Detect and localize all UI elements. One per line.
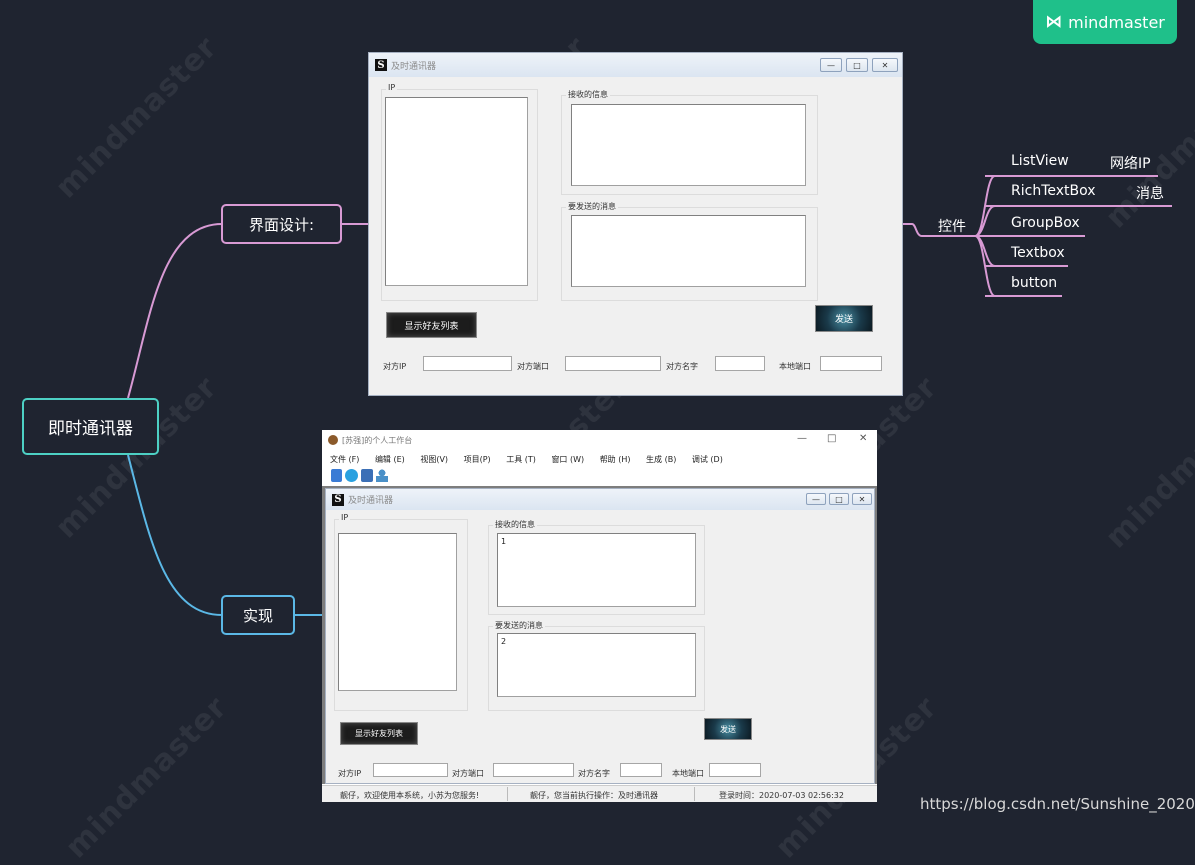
impl-title: 及时通讯器	[348, 496, 394, 506]
impl-show-friends-button[interactable]: 显示好友列表	[340, 722, 418, 745]
note-message[interactable]: 消息	[1136, 183, 1164, 203]
recv-groupbox: 接收的信息	[561, 89, 818, 195]
close-button[interactable]: ✕	[872, 58, 898, 72]
menu-build[interactable]: 生成 (B)	[646, 455, 676, 464]
impl-ip-groupbox: IP	[334, 513, 468, 711]
peer-port-input[interactable]	[565, 356, 661, 371]
recv-richtextbox[interactable]	[571, 104, 806, 186]
peer-ip-input[interactable]	[423, 356, 512, 371]
impl-ip-listview[interactable]	[338, 533, 457, 691]
menu-help[interactable]: 帮助 (H)	[600, 455, 631, 464]
control-button[interactable]: button	[1011, 275, 1057, 291]
local-port-input[interactable]	[820, 356, 882, 371]
impl-peer-name-input[interactable]	[620, 763, 662, 777]
toolbar-book-icon[interactable]	[331, 469, 342, 482]
ide-titlebar: [苏强]的个人工作台	[322, 430, 877, 450]
controls-label[interactable]: 控件	[938, 216, 966, 236]
app-icon: S	[332, 493, 344, 506]
edge-root-design	[127, 223, 223, 399]
avatar-icon	[328, 435, 338, 445]
impl-peer-name-label: 对方名字	[578, 769, 610, 778]
design-node[interactable]: 界面设计:	[221, 204, 342, 244]
impl-peer-port-label: 对方端口	[452, 769, 484, 778]
control-groupbox[interactable]: GroupBox	[1011, 215, 1080, 231]
peer-name-label: 对方名字	[666, 362, 698, 371]
design-window: S 及时通讯器 — □ ✕ IP 接收的信息 要发送的消息 显示好友列表 发送 …	[368, 52, 903, 396]
menu-debug[interactable]: 调试 (D)	[692, 455, 723, 464]
impl-recv-group-label: 接收的信息	[493, 519, 537, 530]
peer-ip-label: 对方IP	[383, 362, 407, 371]
toolbar-globe-icon[interactable]	[345, 469, 358, 482]
app-icon: S	[375, 59, 387, 71]
impl-close-button[interactable]: ✕	[852, 493, 872, 505]
recv-group-label: 接收的信息	[566, 89, 610, 100]
ide-toolbar	[331, 469, 388, 482]
impl-send-richtextbox[interactable]: 2	[497, 633, 696, 697]
ide-maximize-button[interactable]: □	[827, 433, 836, 444]
status-login-time: 登录时间：2020-07-03 02:56:32	[719, 791, 844, 800]
impl-peer-port-input[interactable]	[493, 763, 574, 777]
menu-file[interactable]: 文件 (F)	[330, 455, 359, 464]
ide-title: [苏强]的个人工作台	[342, 435, 413, 445]
menu-window[interactable]: 窗口 (W)	[551, 455, 584, 464]
send-richtextbox[interactable]	[571, 215, 806, 287]
ip-group-label: IP	[386, 83, 398, 92]
local-port-label: 本地端口	[779, 362, 811, 371]
control-listview[interactable]: ListView	[1011, 153, 1069, 169]
ide-window: [苏强]的个人工作台 — □ ✕ 文件 (F) 编辑 (E) 视图(V) 项目(…	[322, 430, 877, 802]
status-divider	[507, 787, 508, 801]
show-friends-button[interactable]: 显示好友列表	[386, 312, 477, 338]
control-richtextbox[interactable]: RichTextBox	[1011, 183, 1096, 199]
impl-peer-ip-input[interactable]	[373, 763, 448, 777]
ide-minimize-button[interactable]: —	[797, 433, 807, 444]
impl-local-port-label: 本地端口	[672, 769, 704, 778]
send-groupbox: 要发送的消息	[561, 201, 818, 301]
footer-url: https://blog.csdn.net/Sunshine_20201	[920, 795, 1195, 813]
impl-node[interactable]: 实现	[221, 595, 295, 635]
impl-local-port-input[interactable]	[709, 763, 761, 777]
send-button[interactable]: 发送	[815, 305, 873, 332]
peer-port-label: 对方端口	[517, 362, 549, 371]
impl-send-groupbox: 要发送的消息 2	[488, 620, 705, 711]
root-node[interactable]: 即时通讯器	[22, 398, 159, 455]
design-title: 及时通讯器	[391, 61, 437, 72]
status-operation: 靓仔，您当前执行操作：及时通讯器	[530, 791, 658, 800]
toolbar-save-icon[interactable]	[361, 469, 373, 482]
ip-groupbox: IP	[381, 83, 538, 301]
impl-peer-ip-label: 对方IP	[338, 769, 362, 778]
ide-close-button[interactable]: ✕	[859, 433, 867, 444]
impl-send-group-label: 要发送的消息	[493, 620, 545, 631]
menu-tools[interactable]: 工具 (T)	[506, 455, 536, 464]
impl-ip-group-label: IP	[339, 513, 351, 522]
impl-maximize-button[interactable]: □	[829, 493, 849, 505]
menu-view[interactable]: 视图(V)	[420, 455, 448, 464]
peer-name-input[interactable]	[715, 356, 765, 371]
minimize-button[interactable]: —	[820, 58, 842, 72]
impl-send-button[interactable]: 发送	[704, 718, 752, 740]
status-divider	[694, 787, 695, 801]
control-textbox[interactable]: Textbox	[1011, 245, 1065, 261]
note-network-ip[interactable]: 网络IP	[1110, 153, 1151, 173]
impl-window: S 及时通讯器 — □ ✕ IP 接收的信息 1 要发送的消息 2 显示好友列表…	[325, 488, 875, 784]
impl-recv-richtextbox[interactable]: 1	[497, 533, 696, 607]
edge-root-impl	[127, 454, 223, 616]
send-group-label: 要发送的消息	[566, 201, 618, 212]
impl-recv-groupbox: 接收的信息 1	[488, 519, 705, 615]
ide-menubar: 文件 (F) 编辑 (E) 视图(V) 项目(P) 工具 (T) 窗口 (W) …	[330, 454, 736, 465]
toolbar-user-icon[interactable]	[376, 469, 388, 482]
status-welcome: 靓仔，欢迎使用本系统，小苏为您服务!	[340, 791, 480, 800]
ip-listview[interactable]	[385, 97, 528, 286]
menu-project[interactable]: 项目(P)	[464, 455, 491, 464]
menu-edit[interactable]: 编辑 (E)	[375, 455, 405, 464]
impl-minimize-button[interactable]: —	[806, 493, 826, 505]
impl-titlebar: S 及时通讯器	[326, 489, 874, 510]
ide-statusbar: 靓仔，欢迎使用本系统，小苏为您服务! 靓仔，您当前执行操作：及时通讯器 登录时间…	[322, 785, 877, 802]
maximize-button[interactable]: □	[846, 58, 868, 72]
